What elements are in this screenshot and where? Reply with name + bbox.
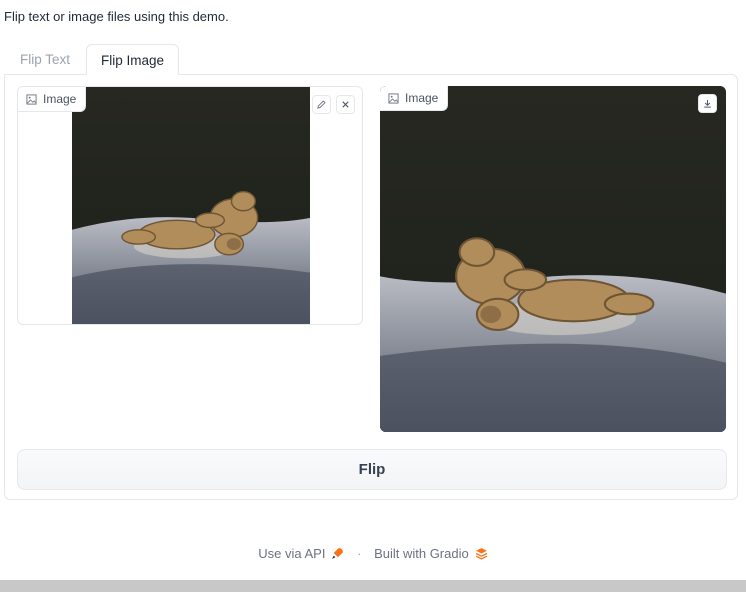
clear-button[interactable]: [336, 95, 355, 114]
input-image-label: Image: [18, 87, 87, 112]
use-via-api-link[interactable]: Use via API: [258, 546, 344, 561]
input-image-box[interactable]: Image: [17, 86, 363, 325]
footer: Use via API · Built with Gradio: [0, 546, 746, 561]
edit-button[interactable]: [312, 95, 331, 114]
image-icon: [26, 93, 37, 105]
demo-description: Flip text or image files using this demo…: [4, 9, 229, 24]
close-icon: [342, 101, 349, 108]
output-image-label: Image: [380, 86, 449, 111]
tab-flip-text[interactable]: Flip Text: [4, 44, 86, 74]
image-icon: [388, 92, 399, 104]
output-image-label-text: Image: [405, 91, 439, 105]
input-image-label-text: Image: [43, 92, 77, 106]
flip-image-panel: Image Image Flip: [4, 74, 738, 500]
edit-icon: [317, 100, 326, 109]
browser-bottom-bar: [0, 580, 746, 592]
built-with-gradio-link[interactable]: Built with Gradio: [374, 546, 488, 561]
built-with-gradio-text: Built with Gradio: [374, 546, 469, 561]
flip-button[interactable]: Flip: [17, 449, 727, 490]
tab-flip-image[interactable]: Flip Image: [86, 44, 179, 75]
tab-bar: Flip Text Flip Image: [4, 44, 738, 75]
rocket-icon: [332, 548, 344, 559]
gradio-logo-icon: [475, 548, 487, 560]
input-teddy-bear-image: [72, 87, 310, 324]
download-icon: [704, 99, 711, 108]
footer-separator: ·: [357, 546, 362, 561]
output-image-box: Image: [380, 86, 726, 432]
use-via-api-text: Use via API: [258, 546, 326, 561]
download-button[interactable]: [698, 94, 717, 113]
output-flipped-image: [380, 86, 726, 432]
